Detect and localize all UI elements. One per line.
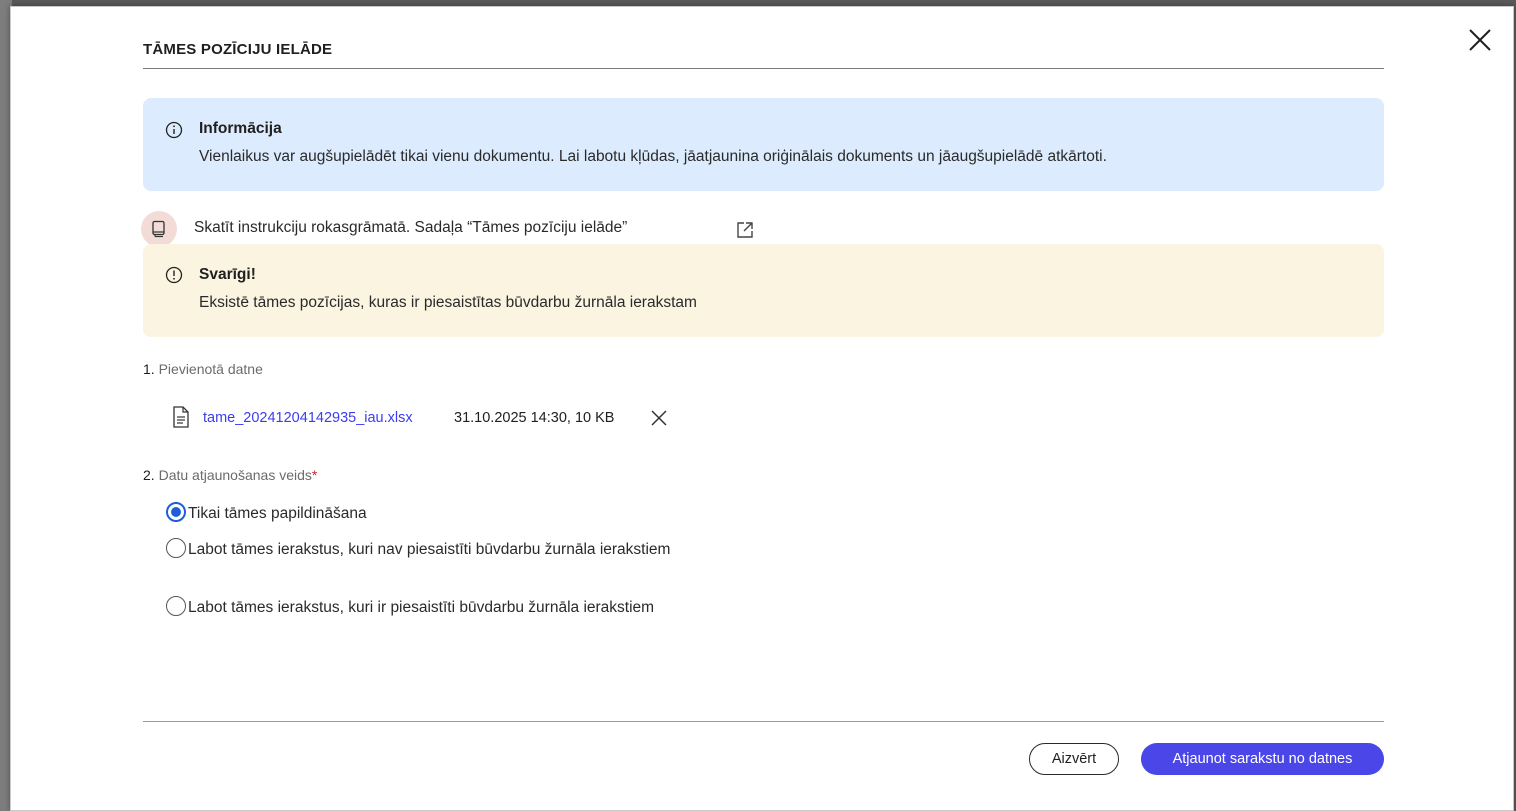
upload-dialog: TĀMES POZĪCIJU IELĀDE Informācija Vienla… [10, 6, 1514, 811]
manual-icon-badge [141, 211, 177, 247]
attached-file-row: tame_20241204142935_iau.xlsx 31.10.2025 … [171, 403, 771, 431]
info-circle-icon [165, 121, 183, 139]
radio-option-label: Tikai tāmes papildināšana [188, 505, 367, 522]
info-text: Vienlaikus var augšupielādēt tikai vienu… [199, 148, 1107, 165]
manual-link-row: Skatīt instrukciju rokasgrāmatā. Sadaļa … [141, 211, 841, 247]
warning-text: Eksistē tāmes pozīcijas, kuras ir piesai… [199, 294, 697, 311]
warning-title: Svarīgi! [199, 266, 256, 283]
radio-button[interactable] [166, 538, 186, 558]
radio-option-label: Labot tāmes ierakstus, kuri ir piesaistī… [188, 599, 655, 616]
book-icon [152, 220, 165, 238]
radio-option-label: Labot tāmes ierakstus, kuri nav piesaist… [188, 541, 671, 558]
radio-option-edit-linked[interactable]: Labot tāmes ierakstus, kuri ir piesaistī… [166, 596, 726, 618]
document-icon [173, 406, 189, 428]
close-icon[interactable] [1465, 25, 1495, 55]
radio-option-append[interactable]: Tikai tāmes papildināšana [166, 502, 726, 524]
step1-number: 1. [143, 361, 155, 377]
manual-link-text[interactable]: Skatīt instrukciju rokasgrāmatā. Sadaļa … [194, 219, 627, 237]
title-divider [143, 68, 1384, 69]
required-marker: * [311, 467, 318, 483]
exclamation-circle-icon [165, 266, 183, 284]
radio-button-selected[interactable] [166, 502, 186, 522]
step1-label: 1. Pievienotā datne [143, 361, 263, 377]
file-name-link[interactable]: tame_20241204142935_iau.xlsx [203, 410, 413, 426]
step2-label: 2. Datu atjaunošanas veids* [143, 467, 317, 483]
step2-text: Datu atjaunošanas veids [158, 467, 312, 483]
dialog-title: TĀMES POZĪCIJU IELĀDE [143, 41, 333, 58]
remove-file-icon[interactable] [649, 408, 669, 428]
step2-number: 2. [143, 467, 155, 483]
file-meta: 31.10.2025 14:30, 10 KB [454, 410, 615, 426]
close-button[interactable]: Aizvērt [1029, 743, 1119, 775]
footer-divider [143, 721, 1384, 722]
info-title: Informācija [199, 120, 282, 137]
update-from-file-button[interactable]: Atjaunot sarakstu no datnes [1141, 743, 1384, 775]
radio-button[interactable] [166, 596, 186, 616]
info-banner: Informācija Vienlaikus var augšupielādēt… [143, 98, 1384, 191]
warning-banner: Svarīgi! Eksistē tāmes pozīcijas, kuras … [143, 244, 1384, 337]
step1-text: Pievienotā datne [158, 361, 263, 377]
radio-option-edit-unlinked[interactable]: Labot tāmes ierakstus, kuri nav piesaist… [166, 538, 726, 560]
external-link-icon[interactable] [735, 220, 755, 240]
